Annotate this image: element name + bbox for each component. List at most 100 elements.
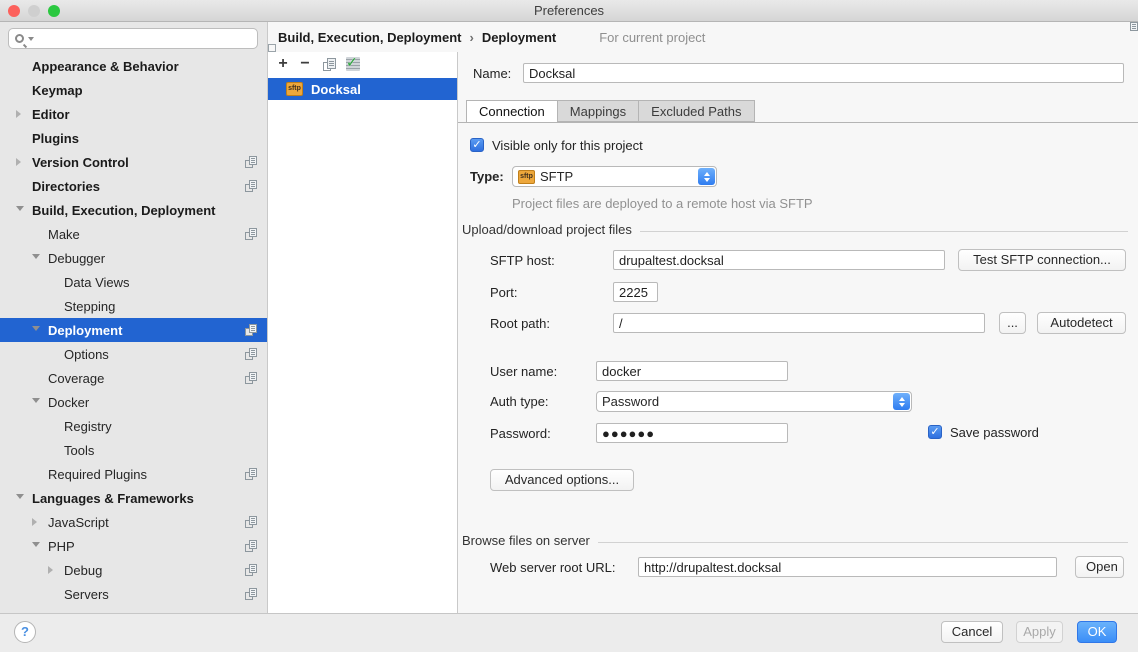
web-root-input[interactable] (638, 557, 1057, 577)
port-label: Port: (490, 283, 517, 303)
auth-type-value: Password (602, 394, 659, 409)
autodetect-button[interactable]: Autodetect (1037, 312, 1126, 334)
visible-only-checkbox[interactable]: ✓ (470, 138, 484, 152)
sidebar-item-servers[interactable]: Servers (0, 582, 267, 606)
dropdown-stepper-icon[interactable] (893, 393, 910, 410)
zoom-window-icon[interactable] (48, 5, 60, 17)
settings-sidebar: Appearance & Behavior Keymap EditorPlugins… (0, 22, 268, 613)
ok-button[interactable]: OK (1077, 621, 1117, 643)
password-input[interactable] (596, 423, 788, 443)
help-button[interactable]: ? (14, 621, 36, 643)
user-name-input[interactable] (596, 361, 788, 381)
sidebar-item-debug[interactable]: Debug (0, 558, 267, 582)
sidebar-item-label: Keymap (32, 83, 83, 98)
upload-section-header: Upload/download project files (462, 222, 1128, 237)
type-dropdown[interactable]: sftp SFTP (512, 166, 717, 187)
section-divider (640, 231, 1128, 232)
root-path-input[interactable] (613, 313, 985, 333)
sidebar-item-keymap[interactable]: Keymap (0, 78, 267, 102)
tab-mappings[interactable]: Mappings (557, 100, 639, 122)
sidebar-item-label: Stepping (64, 299, 115, 314)
chevron-right-icon[interactable] (16, 110, 21, 118)
apply-button[interactable]: Apply (1016, 621, 1063, 643)
sidebar-item-version-control[interactable]: Version Control (0, 150, 267, 174)
sidebar-item-directories[interactable]: Directories (0, 174, 267, 198)
browse-section-title: Browse files on server (462, 533, 590, 548)
dropdown-stepper-icon[interactable] (698, 168, 715, 185)
chevron-down-icon[interactable] (16, 206, 24, 211)
sidebar-item-javascript[interactable]: JavaScript (0, 510, 267, 534)
sidebar-item-docker[interactable]: Docker (0, 390, 267, 414)
advanced-options-button[interactable]: Advanced options... (490, 469, 634, 491)
sidebar-item-required-plugins[interactable]: Required Plugins (0, 462, 267, 486)
sidebar-item-registry[interactable]: Registry (0, 414, 267, 438)
minimize-window-icon[interactable] (28, 5, 40, 17)
title-bar: Preferences (0, 0, 1138, 22)
save-password-checkbox[interactable]: ✓ (928, 425, 942, 439)
sidebar-item-stepping[interactable]: Stepping (0, 294, 267, 318)
scope-label: For current project (599, 30, 705, 45)
search-options-caret-icon[interactable] (28, 37, 34, 41)
breadcrumb-segment[interactable]: Build, Execution, Deployment (278, 30, 461, 45)
project-scope-icon (245, 468, 257, 480)
copy-server-button[interactable] (320, 55, 338, 73)
sidebar-item-label: Docker (48, 395, 89, 410)
sidebar-item-appearance-behavior[interactable]: Appearance & Behavior (0, 54, 267, 78)
sidebar-item-editor[interactable]: Editor (0, 102, 267, 126)
sidebar-item-coverage[interactable]: Coverage (0, 366, 267, 390)
sidebar-item-label: Directories (32, 179, 100, 194)
search-input[interactable] (8, 28, 258, 49)
deployment-form: Name: ConnectionMappingsExcluded Paths ✓… (458, 52, 1138, 613)
sidebar-item-label: Make (48, 227, 80, 242)
sidebar-item-debugger[interactable]: Debugger (0, 246, 267, 270)
add-server-button[interactable]: + (274, 55, 292, 73)
auth-type-dropdown[interactable]: Password (596, 391, 912, 412)
sidebar-item-data-views[interactable]: Data Views (0, 270, 267, 294)
project-scope-icon (245, 180, 257, 192)
preferences-window: Preferences Appearance & Behavior Keymap E… (0, 0, 1138, 652)
server-list-item[interactable]: sftp Docksal (268, 78, 457, 100)
sftp-host-input[interactable] (613, 250, 945, 270)
port-input[interactable] (613, 282, 658, 302)
sidebar-item-make[interactable]: Make (0, 222, 267, 246)
tab-excluded-paths[interactable]: Excluded Paths (638, 100, 754, 122)
sidebar-item-label: Appearance & Behavior (32, 59, 179, 74)
traffic-lights (8, 5, 60, 17)
chevron-right-icon[interactable] (32, 518, 37, 526)
sidebar-item-label: Deployment (48, 323, 122, 338)
breadcrumb-segment[interactable]: Deployment (482, 30, 556, 45)
sidebar-item-deployment[interactable]: Deployment (0, 318, 267, 342)
tab-connection[interactable]: Connection (466, 100, 558, 123)
use-as-default-button[interactable]: ✓ (344, 55, 362, 73)
chevron-right-icon[interactable] (48, 566, 53, 574)
chevron-down-icon[interactable] (16, 494, 24, 499)
sidebar-item-label: Coverage (48, 371, 104, 386)
project-scope-icon (245, 588, 257, 600)
sidebar-item-label: Required Plugins (48, 467, 147, 482)
chevron-down-icon[interactable] (32, 542, 40, 547)
server-list-panel: + − ✓ sftp Docksal (268, 52, 458, 613)
remove-server-button[interactable]: − (296, 55, 314, 73)
search-icon (15, 34, 24, 43)
close-window-icon[interactable] (8, 5, 20, 17)
cancel-button[interactable]: Cancel (941, 621, 1003, 643)
type-value: SFTP (540, 169, 573, 184)
sidebar-item-build-execution-deployment[interactable]: Build, Execution, Deployment (0, 198, 267, 222)
name-input[interactable] (523, 63, 1124, 83)
sidebar-item-languages-frameworks[interactable]: Languages & Frameworks (0, 486, 267, 510)
chevron-down-icon[interactable] (32, 398, 40, 403)
sidebar-item-label: JavaScript (48, 515, 109, 530)
open-button[interactable]: Open (1075, 556, 1124, 578)
sidebar-item-tools[interactable]: Tools (0, 438, 267, 462)
upload-section-title: Upload/download project files (462, 222, 632, 237)
browse-root-path-button[interactable]: ... (999, 312, 1026, 334)
chevron-down-icon[interactable] (32, 254, 40, 259)
chevron-down-icon[interactable] (32, 326, 40, 331)
sidebar-item-plugins[interactable]: Plugins (0, 126, 267, 150)
project-scope-icon (245, 540, 257, 552)
sidebar-item-options[interactable]: Options (0, 342, 267, 366)
name-label: Name: (473, 64, 511, 84)
test-sftp-connection-button[interactable]: Test SFTP connection... (958, 249, 1126, 271)
sidebar-item-php[interactable]: PHP (0, 534, 267, 558)
chevron-right-icon[interactable] (16, 158, 21, 166)
